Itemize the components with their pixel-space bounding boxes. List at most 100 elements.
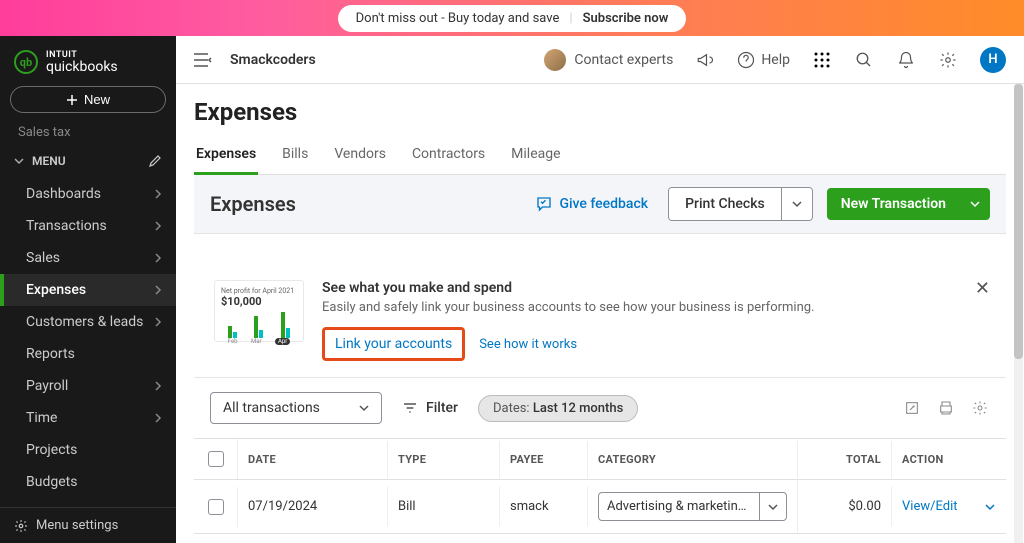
sidebar-item-label: Transactions [26, 218, 107, 234]
table-row: 07/19/2024 Bill smack Advertising & mark… [194, 480, 1006, 534]
chevron-right-icon [154, 412, 162, 424]
chevron-right-icon [154, 316, 162, 328]
sidebar-item-label: Sales [26, 250, 60, 266]
chevron-right-icon [154, 220, 162, 232]
close-icon[interactable]: ✕ [975, 278, 990, 299]
sidebar-item-time[interactable]: Time [0, 402, 176, 434]
apps-grid-icon[interactable] [812, 50, 832, 70]
link-accounts-banner: Net profit for April 2021 $10,000 Feb Ma… [194, 264, 1006, 378]
user-avatar[interactable]: H [980, 47, 1006, 73]
chevron-right-icon [154, 188, 162, 200]
contact-experts-link[interactable]: Contact experts [544, 49, 673, 71]
date-filter-pill[interactable]: Dates: Last 12 months [478, 395, 638, 422]
view-edit-link[interactable]: View/Edit [902, 499, 996, 514]
chevron-down-icon[interactable] [985, 502, 995, 512]
col-date[interactable]: DATE [238, 441, 388, 478]
chevron-down-icon [768, 502, 778, 512]
tab-bills[interactable]: Bills [280, 138, 310, 174]
sidebar-item-budgets[interactable]: Budgets [0, 466, 176, 498]
tab-vendors[interactable]: Vendors [332, 138, 388, 174]
give-feedback-link[interactable]: Give feedback [535, 195, 648, 213]
link-banner-desc: Easily and safely link your business acc… [322, 300, 814, 315]
new-button[interactable]: New [10, 86, 166, 113]
sidebar-item-reports[interactable]: Reports [0, 338, 176, 370]
link-your-accounts-button[interactable]: Link your accounts [322, 327, 465, 361]
chevron-down-icon [359, 403, 369, 413]
sidebar-item-label: Budgets [26, 474, 77, 490]
sidebar-item-projects[interactable]: Projects [0, 434, 176, 466]
subheader: Expenses Give feedback Print Checks New … [194, 175, 1006, 234]
sidebar-item-label: Payroll [26, 378, 68, 394]
mini-chart: Net profit for April 2021 $10,000 Feb Ma… [214, 280, 304, 342]
menu-settings[interactable]: Menu settings [0, 507, 176, 543]
chevron-right-icon [154, 284, 162, 296]
col-category[interactable]: CATEGORY [588, 441, 798, 478]
pencil-icon[interactable] [148, 154, 162, 168]
sidebar-item-label: Time [26, 410, 57, 426]
table-totals-row: Total $0.00 [194, 534, 1006, 543]
expert-avatar-icon [544, 49, 566, 71]
sidebar-item-transactions[interactable]: Transactions [0, 210, 176, 242]
promo-separator: | [569, 11, 572, 26]
promo-pill[interactable]: Don't miss out - Buy today and save | Su… [338, 5, 687, 32]
new-transaction-button[interactable]: New Transaction [827, 188, 990, 220]
menu-header[interactable]: MENU [0, 144, 176, 178]
help-icon [737, 51, 755, 69]
search-icon[interactable] [854, 50, 874, 70]
tab-contractors[interactable]: Contractors [410, 138, 487, 174]
print-checks-button[interactable]: Print Checks [668, 187, 813, 221]
col-action: ACTION [892, 441, 1006, 478]
feedback-icon [535, 195, 553, 213]
transactions-filter-select[interactable]: All transactions [210, 392, 382, 424]
brand-product: quickbooks [46, 60, 118, 74]
col-total[interactable]: TOTAL [798, 441, 892, 478]
sidebar-item-sales[interactable]: Sales [0, 242, 176, 274]
bell-icon[interactable] [896, 50, 916, 70]
select-all-checkbox[interactable] [208, 451, 224, 467]
print-icon[interactable] [936, 398, 956, 418]
company-name[interactable]: Smackcoders [230, 52, 316, 68]
promo-text: Don't miss out - Buy today and save [356, 11, 560, 26]
cell-date: 07/19/2024 [238, 487, 388, 526]
col-payee[interactable]: PAYEE [500, 441, 588, 478]
subscribe-now-link[interactable]: Subscribe now [583, 11, 669, 26]
category-dropdown[interactable] [759, 493, 786, 520]
page-title: Expenses [194, 98, 1006, 126]
topbar: Smackcoders Contact experts Help [176, 36, 1024, 84]
new-transaction-dropdown[interactable] [960, 188, 990, 220]
sidebar-item-label: Dashboards [26, 186, 101, 202]
help-link[interactable]: Help [737, 51, 790, 69]
nav-item-truncated[interactable]: Sales tax [0, 121, 176, 144]
link-banner-title: See what you make and spend [322, 280, 814, 296]
table-header-row: DATE TYPE PAYEE CATEGORY TOTAL ACTION [194, 439, 1006, 480]
see-how-it-works-link[interactable]: See how it works [479, 337, 577, 352]
row-checkbox[interactable] [208, 499, 224, 515]
tabs: Expenses Bills Vendors Contractors Mileage [194, 138, 1006, 175]
cell-type: Bill [388, 487, 500, 526]
category-select[interactable]: Advertising & marketing:We [598, 492, 787, 521]
chevron-right-icon [154, 252, 162, 264]
sidebar-item-expenses[interactable]: Expenses [0, 274, 176, 306]
brand-logo[interactable]: qb INTUIT quickbooks [0, 36, 176, 86]
megaphone-icon[interactable] [695, 50, 715, 70]
sidebar-item-payroll[interactable]: Payroll [0, 370, 176, 402]
tab-expenses[interactable]: Expenses [194, 138, 258, 175]
expenses-table: DATE TYPE PAYEE CATEGORY TOTAL ACTION 07… [194, 438, 1006, 543]
sidebar-item-customers-leads[interactable]: Customers & leads [0, 306, 176, 338]
filters-row: All transactions Filter Dates: Last 12 m… [194, 378, 1006, 438]
settings-gear-icon[interactable] [938, 50, 958, 70]
sidebar-item-label: Reports [26, 346, 75, 362]
sidebar-item-dashboards[interactable]: Dashboards [0, 178, 176, 210]
scrollbar[interactable] [1014, 84, 1023, 543]
tab-mileage[interactable]: Mileage [509, 138, 562, 174]
col-type[interactable]: TYPE [388, 441, 500, 478]
print-checks-dropdown[interactable] [781, 188, 812, 220]
gear-icon [14, 519, 28, 533]
table-settings-gear-icon[interactable] [970, 398, 990, 418]
sidebar-item-label: Projects [26, 442, 77, 458]
collapse-sidebar-icon[interactable] [194, 53, 212, 67]
export-icon[interactable] [902, 398, 922, 418]
filter-button[interactable]: Filter [402, 400, 458, 416]
sidebar-item-label: Expenses [26, 282, 86, 298]
filter-icon [402, 400, 418, 416]
